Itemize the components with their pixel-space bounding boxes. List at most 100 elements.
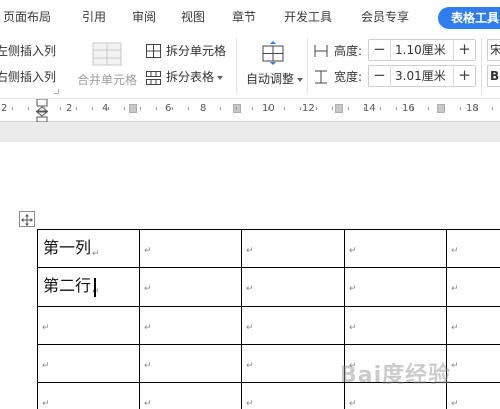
- paragraph-mark[interactable]: ↵: [144, 361, 152, 371]
- tab-developer[interactable]: 开发工具: [284, 0, 332, 34]
- horizontal-ruler[interactable]: 2 2 4 6 8 10 12 14 16 18: [0, 98, 500, 123]
- ruler-label: 12: [302, 103, 315, 114]
- ruler-tick: [380, 107, 381, 110]
- table-cell-text[interactable]: 第二行↵: [43, 276, 100, 297]
- height-label: 高度:: [334, 44, 363, 58]
- paragraph-mark[interactable]: ↵: [246, 399, 254, 409]
- tab-references[interactable]: 引用: [82, 0, 106, 34]
- watermark-text: Bai度经验: [340, 363, 452, 388]
- height-stepper[interactable]: − 1.10厘米 +: [368, 39, 476, 61]
- width-increase-button[interactable]: +: [453, 66, 475, 86]
- menu-bar: 页面布局 引用 审阅 视图 章节 开发工具 会员专享 表格工具: [0, 0, 500, 34]
- table-column-border: [139, 229, 140, 409]
- ruler-tick: [444, 107, 445, 110]
- tab-view[interactable]: 视图: [181, 0, 205, 34]
- ruler-tick: [412, 107, 413, 110]
- paragraph-mark[interactable]: ↵: [144, 323, 152, 333]
- table-move-handle[interactable]: [19, 211, 35, 227]
- text-cursor: [94, 278, 96, 297]
- paragraph-mark[interactable]: ↵: [42, 323, 50, 333]
- height-decrease-button[interactable]: −: [369, 40, 391, 60]
- paragraph-mark[interactable]: ↵: [349, 399, 357, 409]
- height-input[interactable]: 1.10厘米: [391, 40, 453, 60]
- paragraph-mark[interactable]: ↵: [42, 399, 50, 409]
- split-table-button[interactable]: 拆分表格: [166, 69, 224, 85]
- split-table-icon: [146, 70, 161, 89]
- paragraph-mark[interactable]: ↵: [451, 284, 459, 294]
- ruler-tick: [140, 107, 141, 110]
- paragraph-mark[interactable]: ↵: [144, 284, 152, 294]
- paragraph-mark[interactable]: ↵: [246, 246, 254, 256]
- tab-page-layout[interactable]: 页面布局: [3, 0, 51, 34]
- move-arrows-icon: [21, 214, 33, 226]
- split-cells-button[interactable]: 拆分单元格: [166, 43, 226, 59]
- tab-table-tools[interactable]: 表格工具: [438, 7, 500, 29]
- paragraph-mark[interactable]: ↵: [349, 246, 357, 256]
- column-width-icon: [314, 69, 328, 88]
- split-table-label: 拆分表格: [166, 70, 215, 84]
- width-label: 宽度:: [334, 70, 363, 84]
- ruler-tick: [76, 107, 77, 110]
- table-column-border: [37, 229, 38, 409]
- autofit-icon: [260, 40, 286, 70]
- ruler-tick: [284, 107, 285, 110]
- column-marker[interactable]: [129, 104, 137, 113]
- merge-cells-button[interactable]: 合并单元格: [77, 72, 137, 88]
- paragraph-mark[interactable]: ↵: [451, 246, 459, 256]
- ruler-tick: [476, 107, 477, 110]
- ruler-label: 6: [165, 103, 172, 114]
- ruler-tick: [300, 107, 301, 110]
- ruler-tick: [460, 107, 461, 110]
- tab-member[interactable]: 会员专享: [361, 0, 409, 34]
- table-cell-text[interactable]: 第一列↵: [43, 238, 100, 259]
- ribbon-separator: [307, 38, 308, 94]
- insert-right-column-button[interactable]: 右侧插入列: [0, 69, 56, 85]
- ruler-tick: [220, 107, 221, 110]
- ruler-tick: [124, 107, 125, 110]
- paragraph-mark[interactable]: ↵: [451, 361, 459, 371]
- ribbon-separator: [481, 38, 482, 94]
- ruler-tick: [396, 107, 397, 110]
- paragraph-mark[interactable]: ↵: [144, 246, 152, 256]
- split-cells-icon: [146, 43, 161, 62]
- autofit-button[interactable]: 自动调整: [246, 71, 304, 87]
- paragraph-mark[interactable]: ↵: [144, 399, 152, 409]
- table-column-border: [241, 229, 242, 409]
- ruler-tick: [60, 107, 61, 110]
- paragraph-mark[interactable]: ↵: [451, 399, 459, 409]
- paragraph-mark[interactable]: ↵: [349, 284, 357, 294]
- ruler-tick: [28, 107, 29, 110]
- table-row-border: [37, 267, 500, 268]
- tab-review[interactable]: 审阅: [132, 0, 156, 34]
- ruler-label: 2: [1, 103, 8, 114]
- ruler-tick: [204, 107, 205, 110]
- insert-left-column-button[interactable]: 左侧插入列: [0, 43, 56, 59]
- ruler-tick: [316, 107, 317, 110]
- ribbon-toolbar: 左侧插入列 右侧插入列 合并单元格 拆分单元格 拆分表格 自动调整 高度: − …: [0, 34, 500, 98]
- paragraph-mark[interactable]: ↵: [349, 323, 357, 333]
- ruler-tick: [332, 107, 333, 110]
- paragraph-mark[interactable]: ↵: [246, 361, 254, 371]
- width-stepper[interactable]: − 3.01厘米 +: [368, 65, 476, 87]
- column-marker[interactable]: [233, 104, 241, 113]
- width-decrease-button[interactable]: −: [369, 66, 391, 86]
- merge-cells-icon: [92, 42, 122, 70]
- ruler-tick: [108, 107, 109, 110]
- table-row-border: [37, 306, 500, 307]
- paragraph-mark[interactable]: ↵: [246, 284, 254, 294]
- group-expand-icon[interactable]: [54, 89, 59, 94]
- font-name-select[interactable]: 宋: [487, 39, 500, 61]
- bold-button[interactable]: B: [487, 65, 500, 87]
- tab-section[interactable]: 章节: [232, 0, 256, 34]
- paragraph-mark[interactable]: ↵: [246, 323, 254, 333]
- ruler-tick: [364, 107, 365, 110]
- width-input[interactable]: 3.01厘米: [391, 66, 453, 86]
- ruler-tick: [268, 107, 269, 110]
- ruler-label: 2: [66, 103, 73, 114]
- paragraph-mark[interactable]: ↵: [451, 323, 459, 333]
- height-increase-button[interactable]: +: [453, 40, 475, 60]
- column-marker[interactable]: [335, 104, 343, 113]
- paragraph-mark[interactable]: ↵: [42, 361, 50, 371]
- ruler-tick: [172, 107, 173, 110]
- ruler-tick: [492, 107, 493, 110]
